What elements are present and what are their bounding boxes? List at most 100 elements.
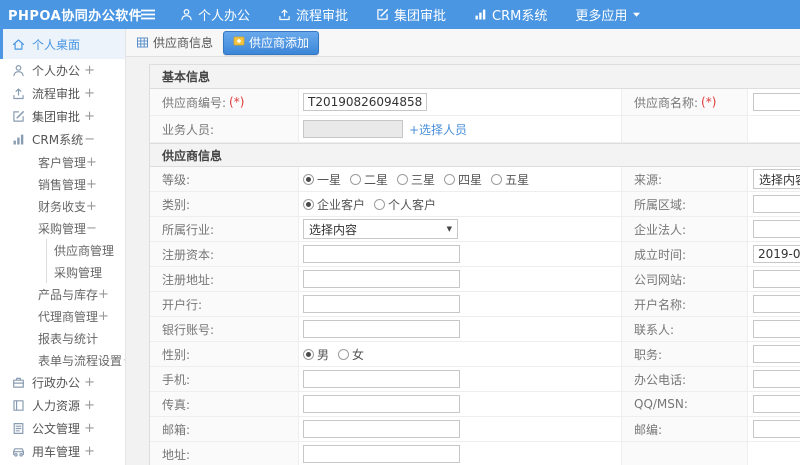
- contact-person-input[interactable]: [753, 320, 800, 338]
- category-radio-1[interactable]: 个人客户: [374, 196, 436, 213]
- position-input[interactable]: [753, 345, 800, 363]
- business-staff-input[interactable]: [303, 120, 403, 138]
- select-staff-link[interactable]: +选择人员: [409, 121, 467, 138]
- field-label: 邮箱:: [150, 417, 299, 442]
- sidebar-item-human-resources[interactable]: 人力资源 +: [0, 394, 125, 417]
- topnav-group-approval[interactable]: 集团审批: [362, 0, 460, 29]
- plus-icon[interactable]: +: [84, 444, 95, 459]
- plus-icon[interactable]: +: [86, 155, 97, 170]
- field-label: 注册资本:: [150, 242, 299, 267]
- sidebar-item-supplier-mgmt[interactable]: 供应商管理: [46, 239, 125, 261]
- field-label: 成立时间:: [622, 242, 748, 267]
- sidebar-item-group-approval[interactable]: 集团审批 +: [0, 105, 125, 128]
- gender-radio-1[interactable]: 女: [338, 346, 364, 363]
- sidebar-item-reports-statistics[interactable]: 报表与统计: [0, 327, 125, 349]
- minus-icon[interactable]: −: [84, 132, 95, 147]
- sidebar-item-personal-office[interactable]: 个人办公 +: [0, 59, 125, 82]
- supplier-code-input[interactable]: [303, 93, 427, 111]
- grade-radio-0[interactable]: 一星: [303, 171, 341, 188]
- radio-icon: [350, 173, 362, 185]
- sidebar-item-product-inventory[interactable]: 产品与库存 +: [0, 283, 125, 305]
- section-title: 供应商信息: [150, 143, 800, 167]
- sidebar-item-customer-mgmt[interactable]: 客户管理 +: [0, 151, 125, 173]
- topnav-more-apps[interactable]: 更多应用: [561, 0, 655, 29]
- sidebar-item-vehicle-mgmt[interactable]: 用车管理 +: [0, 440, 125, 463]
- plus-icon[interactable]: +: [86, 177, 97, 192]
- region-input[interactable]: [753, 195, 800, 213]
- form-row: 业务人员: +选择人员: [150, 116, 800, 143]
- registered-address-input[interactable]: [303, 270, 460, 288]
- fax-input[interactable]: [303, 395, 460, 413]
- section-title: 基本信息: [150, 65, 800, 89]
- sidebar-item-finance-income-expense[interactable]: 财务收支 +: [0, 195, 125, 217]
- grade-radio-2[interactable]: 三星: [397, 171, 435, 188]
- sidebar-item-label: 个人办公: [32, 64, 81, 78]
- office-phone-input[interactable]: [753, 370, 800, 388]
- sidebar-item-sales-mgmt[interactable]: 销售管理 +: [0, 173, 125, 195]
- company-website-input[interactable]: [753, 270, 800, 288]
- sidebar-item-workflow-approval[interactable]: 流程审批 +: [0, 82, 125, 105]
- plus-icon[interactable]: +: [98, 287, 109, 302]
- supplier-name-input[interactable]: [753, 93, 800, 111]
- required-marker: (*): [701, 95, 717, 109]
- founded-date-input[interactable]: [753, 245, 800, 263]
- gender-radio-0[interactable]: 男: [303, 346, 329, 363]
- plus-icon[interactable]: +: [84, 398, 95, 413]
- sidebar-item-label: 销售管理: [38, 177, 87, 192]
- grade-radio-4[interactable]: 五星: [491, 171, 529, 188]
- sidebar-item-crm-system[interactable]: CRM系统 −: [0, 128, 125, 151]
- registered-capital-input[interactable]: [303, 245, 460, 263]
- topnav-crm-system[interactable]: CRM系统: [460, 0, 561, 29]
- radio-icon: [338, 348, 350, 360]
- topnav-workflow-approval[interactable]: 流程审批: [264, 0, 362, 29]
- field-cell: [748, 392, 800, 417]
- plus-icon[interactable]: +: [98, 309, 109, 324]
- form-row: 手机: 办公电话:: [150, 367, 800, 392]
- chart-icon: [474, 8, 487, 21]
- postal-code-input[interactable]: [753, 420, 800, 438]
- topnav-personal-office[interactable]: 个人办公: [166, 0, 264, 29]
- mobile-input[interactable]: [303, 370, 460, 388]
- bank-branch-input[interactable]: [303, 295, 460, 313]
- bank-account-input[interactable]: [303, 320, 460, 338]
- sidebar-item-purchase-mgmt[interactable]: 采购管理 −: [0, 217, 125, 239]
- plus-icon[interactable]: +: [84, 109, 95, 124]
- sidebar-item-label: 个人桌面: [32, 37, 81, 52]
- plus-icon[interactable]: +: [84, 375, 95, 390]
- field-label: 企业法人:: [622, 217, 748, 242]
- menu-toggle-icon[interactable]: [140, 8, 166, 21]
- minus-icon[interactable]: −: [86, 221, 97, 236]
- form-row: 银行账号: 联系人:: [150, 317, 800, 342]
- field-label: 来源:: [622, 167, 748, 192]
- account-name-input[interactable]: [753, 295, 800, 313]
- sidebar-item-purchasing[interactable]: 采购管理: [46, 261, 125, 283]
- tab-supplier-add[interactable]: 供应商添加: [223, 30, 320, 55]
- email-input[interactable]: [303, 420, 460, 438]
- plus-icon[interactable]: +: [84, 63, 95, 78]
- field-label: 开户行:: [150, 292, 299, 317]
- sidebar-item-admin-office[interactable]: 行政办公 +: [0, 371, 125, 394]
- sidebar-item-agent-mgmt[interactable]: 代理商管理 +: [0, 305, 125, 327]
- grade-radio-1[interactable]: 二星: [350, 171, 388, 188]
- sidebar-item-form-workflow-settings[interactable]: 表单与流程设置+: [0, 349, 125, 371]
- field-label: 所属行业:: [150, 217, 299, 242]
- plus-icon[interactable]: +: [84, 421, 95, 436]
- category-radio-0[interactable]: 企业客户: [303, 196, 365, 213]
- qq-msn-input[interactable]: [753, 395, 800, 413]
- grade-radio-3[interactable]: 四星: [444, 171, 482, 188]
- field-label: 开户名称:: [622, 292, 748, 317]
- field-cell: 一星 二星 三星 四星 五星: [299, 167, 622, 192]
- legal-person-input[interactable]: [753, 220, 800, 238]
- required-marker: (*): [229, 95, 245, 109]
- plus-icon[interactable]: +: [84, 86, 95, 101]
- plus-icon[interactable]: +: [86, 199, 97, 214]
- tab-supplier-info[interactable]: 供应商信息: [136, 34, 213, 51]
- industry-select[interactable]: 选择内容 ▼: [303, 219, 458, 239]
- sidebar-item-document-mgmt[interactable]: 公文管理 +: [0, 417, 125, 440]
- address-input[interactable]: [303, 445, 460, 463]
- user-icon: [180, 8, 193, 21]
- topnav-label: CRM系统: [492, 9, 548, 24]
- source-select[interactable]: 选择内容▼: [753, 169, 800, 189]
- caret-down-icon: [632, 10, 641, 19]
- sidebar-item-personal-desktop[interactable]: 个人桌面: [0, 29, 125, 59]
